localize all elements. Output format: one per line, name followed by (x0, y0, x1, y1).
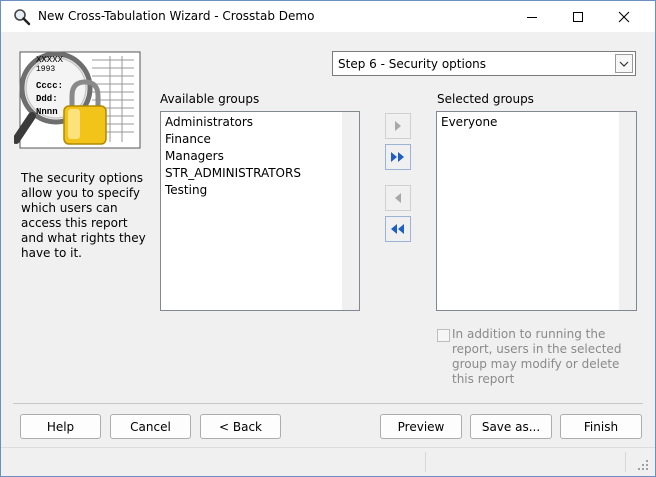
title-bar[interactable]: New Cross-Tabulation Wizard - Crosstab D… (1, 1, 655, 32)
maximize-button[interactable] (555, 1, 601, 32)
list-item[interactable]: STR_ADMINISTRATORS (164, 166, 301, 183)
resize-grip-icon[interactable] (637, 459, 649, 471)
button-separator (13, 403, 643, 404)
remove-group-button[interactable] (385, 185, 411, 211)
step-select[interactable]: Step 6 - Security options (332, 51, 636, 76)
available-list-scrollbar[interactable] (342, 112, 359, 310)
add-group-button[interactable] (385, 113, 411, 139)
close-icon (618, 11, 630, 22)
available-groups-list[interactable]: Administrators Finance Managers STR_ADMI… (160, 111, 360, 311)
available-groups-label: Available groups (160, 92, 260, 106)
window-title: New Cross-Tabulation Wizard - Crosstab D… (38, 9, 315, 23)
illustration-text-5: Nnnn (36, 107, 58, 117)
illustration-text-3: Cccc: (36, 81, 63, 91)
help-button[interactable]: Help (20, 414, 101, 439)
modify-permission-label: In addition to running the report, users… (452, 327, 622, 386)
add-all-groups-button[interactable] (385, 144, 411, 170)
illustration-text-4: Ddd: (36, 94, 58, 104)
chevron-down-icon (619, 61, 629, 67)
status-bar (1, 447, 655, 476)
selected-list-scrollbar[interactable] (619, 112, 636, 310)
wizard-window: New Cross-Tabulation Wizard - Crosstab D… (0, 0, 656, 477)
illustration-text-1: XXXXX (36, 55, 64, 65)
arrow-left-icon (395, 193, 401, 203)
list-item[interactable]: Finance (164, 132, 301, 149)
preview-button[interactable]: Preview (380, 414, 462, 439)
list-item[interactable]: Everyone (440, 115, 497, 132)
step-select-dropdown-button[interactable] (615, 54, 633, 73)
modify-permission-checkbox[interactable] (437, 329, 450, 342)
selected-groups-list[interactable]: Everyone (436, 111, 637, 311)
double-arrow-left-icon (391, 224, 404, 234)
list-item[interactable]: Managers (164, 149, 301, 166)
selected-groups-label: Selected groups (437, 92, 534, 106)
step-select-value: Step 6 - Security options (338, 57, 487, 71)
maximize-icon (573, 11, 583, 22)
minimize-button[interactable] (509, 1, 555, 32)
status-divider (625, 452, 626, 472)
status-divider (425, 452, 426, 472)
cancel-button[interactable]: Cancel (110, 414, 191, 439)
magnifier-app-icon (14, 9, 31, 26)
finish-button[interactable]: Finish (560, 414, 642, 439)
illustration-text-2: 1993 (36, 65, 55, 74)
list-item[interactable]: Testing (164, 183, 301, 200)
back-button[interactable]: < Back (200, 414, 281, 439)
remove-all-groups-button[interactable] (385, 216, 411, 242)
save-as-button[interactable]: Save as... (470, 414, 552, 439)
security-lock-illustration: XXXXX 1993 Cccc: Ddd: Nnnn (14, 46, 146, 154)
close-button[interactable] (601, 1, 647, 32)
arrow-right-icon (395, 121, 401, 131)
list-item[interactable]: Administrators (164, 115, 301, 132)
step-description: The security options allow you to specif… (21, 171, 146, 260)
minimize-icon (527, 16, 537, 18)
double-arrow-right-icon (391, 152, 404, 162)
